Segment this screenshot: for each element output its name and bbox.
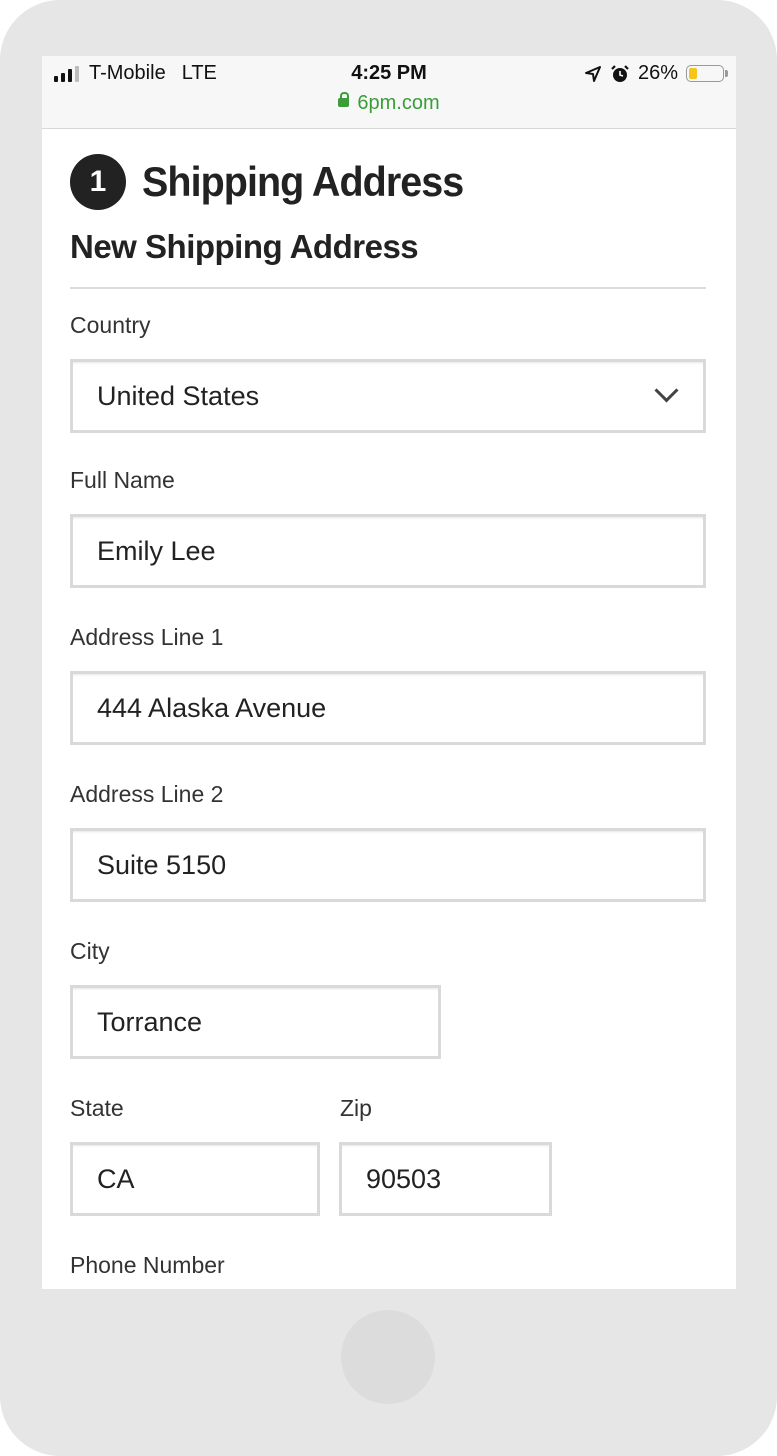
zip-label: Zip (340, 1095, 372, 1121)
country-label: Country (70, 312, 151, 338)
country-value: United States (97, 380, 260, 411)
page-subtitle: New Shipping Address (70, 228, 419, 265)
lock-icon (338, 92, 350, 108)
section-header: 1 Shipping Address (70, 154, 484, 210)
city-field[interactable]: Torrance (70, 985, 441, 1059)
location-arrow-icon (584, 65, 601, 82)
address-line-1-label: Address Line 1 (70, 624, 224, 650)
country-select[interactable]: United States (70, 359, 706, 433)
address-line-1-field[interactable]: 444 Alaska Avenue (70, 671, 706, 745)
battery-icon (686, 65, 728, 82)
state-field[interactable]: CA (70, 1142, 320, 1216)
home-button[interactable] (341, 1310, 435, 1404)
step-number-badge: 1 (70, 154, 126, 210)
state-label: State (70, 1095, 124, 1121)
city-label: City (70, 938, 110, 964)
status-bar: T-Mobile LTE 4:25 PM 26% 6pm.com (42, 56, 736, 129)
phone-frame: T-Mobile LTE 4:25 PM 26% 6pm.com 1 Shipp… (0, 0, 777, 1456)
full-name-field[interactable]: Emily Lee (70, 514, 706, 588)
url-text: 6pm.com (357, 92, 440, 114)
chevron-down-icon (654, 378, 679, 403)
alarm-clock-icon (611, 64, 629, 82)
zip-field[interactable]: 90503 (339, 1142, 552, 1216)
address-bar-url[interactable]: 6pm.com (42, 92, 736, 115)
section-title: Shipping Address (142, 158, 464, 205)
status-right: 26% (584, 62, 728, 85)
address-line-2-label: Address Line 2 (70, 781, 224, 807)
full-name-label: Full Name (70, 467, 175, 493)
address-line-2-field[interactable]: Suite 5150 (70, 828, 706, 902)
phone-number-label: Phone Number (70, 1252, 225, 1278)
phone-screen: T-Mobile LTE 4:25 PM 26% 6pm.com 1 Shipp… (42, 56, 736, 1289)
battery-percent: 26% (637, 62, 678, 84)
divider (70, 287, 706, 289)
